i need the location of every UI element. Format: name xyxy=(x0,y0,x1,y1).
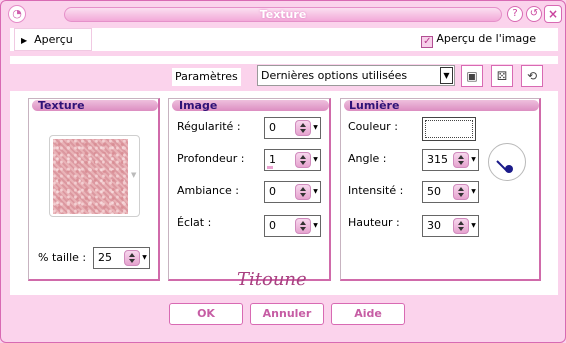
shine-label: Éclat : xyxy=(177,216,212,229)
spin-arrows-icon[interactable] xyxy=(295,152,311,168)
angle-spinner[interactable]: 315 ▼ xyxy=(422,149,479,171)
signature-watermark: Titoune xyxy=(237,269,307,290)
angle-value: 315 xyxy=(427,153,448,166)
texture-dialog: ◔ Texture ? ↺ × ▶ Aperçu ✓ Aperçu de l'ima… xyxy=(0,0,566,343)
save-preset-icon[interactable]: ▣ xyxy=(461,65,483,87)
dropdown-arrow-icon[interactable]: ▼ xyxy=(141,250,148,266)
spin-arrows-icon[interactable] xyxy=(124,250,140,266)
help-icon[interactable]: ? xyxy=(507,6,523,22)
help-button[interactable]: Aide xyxy=(331,303,405,325)
texture-swatch[interactable] xyxy=(53,139,128,214)
spin-arrows-icon[interactable] xyxy=(295,218,311,234)
regularity-value: 0 xyxy=(269,121,276,134)
depth-label: Profondeur : xyxy=(177,152,245,165)
presets-label: Paramètres xyxy=(172,68,241,86)
close-icon[interactable]: × xyxy=(544,5,562,23)
angle-dial[interactable] xyxy=(488,143,526,181)
cancel-button[interactable]: Annuler xyxy=(250,303,324,325)
presets-value: Dernières options utilisées xyxy=(261,69,408,82)
title-bar: ◔ Texture ? ↺ × xyxy=(1,1,566,27)
ambiance-value: 0 xyxy=(269,185,276,198)
spin-arrows-icon[interactable] xyxy=(453,218,469,234)
image-preview-checkbox[interactable]: ✓ Aperçu de l'image xyxy=(421,32,536,48)
dropdown-arrow-icon[interactable]: ▼ xyxy=(312,218,319,234)
texture-picker-arrow-icon[interactable]: ▼ xyxy=(131,171,136,179)
dropdown-arrow-icon[interactable]: ▼ xyxy=(470,184,477,200)
light-group-title: Lumière xyxy=(349,99,400,112)
height-spinner[interactable]: 30 ▼ xyxy=(422,215,479,237)
window-menu-icon[interactable]: ◔ xyxy=(8,5,26,23)
ok-button[interactable]: OK xyxy=(169,303,243,325)
height-value: 30 xyxy=(427,219,441,232)
random-dice-icon[interactable]: ⚄ xyxy=(491,65,513,87)
preview-strip: ▶ Aperçu ✓ Aperçu de l'image xyxy=(10,28,558,51)
spin-arrows-icon[interactable] xyxy=(453,184,469,200)
size-label: % taille : xyxy=(38,251,87,264)
texture-group-title: Texture xyxy=(38,99,85,112)
image-preview-label: Aperçu de l'image xyxy=(436,32,536,45)
angle-label: Angle : xyxy=(348,152,387,165)
checkmark-icon: ✓ xyxy=(421,36,434,48)
regularity-spinner[interactable]: 0 ▼ xyxy=(264,117,321,139)
depth-value: 1 xyxy=(269,153,276,166)
intensity-spinner[interactable]: 50 ▼ xyxy=(422,181,479,203)
ambiance-label: Ambiance : xyxy=(177,184,240,197)
regularity-label: Régularité : xyxy=(177,120,241,133)
expand-triangle-icon: ▶ xyxy=(21,36,28,45)
intensity-label: Intensité : xyxy=(348,184,404,197)
shine-spinner[interactable]: 0 ▼ xyxy=(264,215,321,237)
restore-icon[interactable]: ↺ xyxy=(526,6,542,22)
separator-band xyxy=(10,56,558,64)
depth-slider-fill xyxy=(267,166,273,169)
window-title: Texture xyxy=(64,7,502,22)
dropdown-arrow-icon[interactable]: ▼ xyxy=(312,184,319,200)
presets-dropdown[interactable]: Dernières options utilisées ▼ xyxy=(257,65,455,86)
preview-toggle-button[interactable]: ▶ Aperçu xyxy=(14,28,92,51)
depth-spinner[interactable]: 1 ▼ xyxy=(264,149,321,171)
dropdown-arrow-icon[interactable]: ▼ xyxy=(312,120,319,136)
preview-toggle-label: Aperçu xyxy=(34,33,73,46)
spin-arrows-icon[interactable] xyxy=(453,152,469,168)
light-color-swatch[interactable] xyxy=(422,117,476,141)
ambiance-spinner[interactable]: 0 ▼ xyxy=(264,181,321,203)
dropdown-arrow-icon[interactable]: ▼ xyxy=(312,152,319,168)
spin-arrows-icon[interactable] xyxy=(295,120,311,136)
dropdown-arrow-icon[interactable]: ▼ xyxy=(440,67,453,84)
reset-icon[interactable]: ⟲ xyxy=(521,65,543,87)
image-group-title: Image xyxy=(179,99,218,112)
intensity-value: 50 xyxy=(427,185,441,198)
angle-dial-knob[interactable] xyxy=(505,165,513,173)
size-spinner[interactable]: 25 ▼ xyxy=(93,247,150,269)
size-value: 25 xyxy=(98,251,112,264)
spin-arrows-icon[interactable] xyxy=(295,184,311,200)
shine-value: 0 xyxy=(269,219,276,232)
dropdown-arrow-icon[interactable]: ▼ xyxy=(470,152,477,168)
dropdown-arrow-icon[interactable]: ▼ xyxy=(470,218,477,234)
color-label: Couleur : xyxy=(348,120,398,133)
height-label: Hauteur : xyxy=(348,216,400,229)
